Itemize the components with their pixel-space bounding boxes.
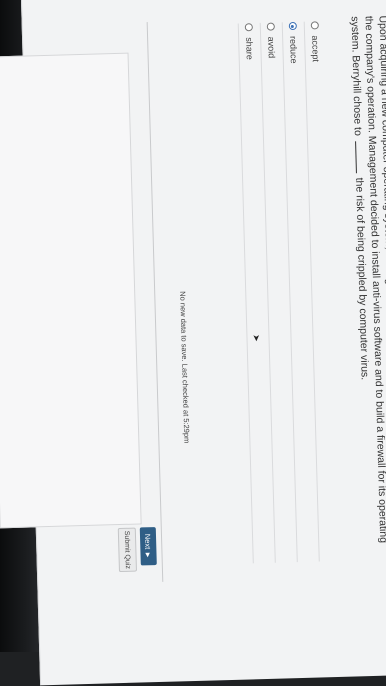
footer-divider: [146, 22, 164, 582]
submit-quiz-button[interactable]: Submit Quiz: [117, 527, 137, 573]
question-text: Upon acquiring a new computer operating …: [348, 15, 386, 576]
quiz-panel: Upon acquiring a new computer operating …: [0, 0, 386, 616]
radio-button[interactable]: [310, 21, 319, 30]
divider: [237, 23, 254, 564]
option-label: avoid: [266, 36, 277, 59]
radio-button[interactable]: [244, 23, 253, 32]
option-label: share: [244, 37, 255, 60]
radio-button-selected[interactable]: [288, 21, 297, 31]
option-label: accept: [310, 35, 321, 63]
radio-button[interactable]: [266, 22, 275, 31]
next-button[interactable]: Next ►: [139, 527, 157, 566]
save-status: No new data to save. Last checked at 5:2…: [178, 291, 192, 444]
screen: Upon acquiring a new computer operating …: [0, 0, 386, 686]
answer-blank: [355, 140, 366, 173]
option-label: reduce: [288, 35, 299, 64]
mouse-cursor-icon: ➤: [251, 334, 262, 342]
answer-options: accept reduce avoid share: [237, 21, 342, 583]
footer-panel: [0, 52, 142, 529]
